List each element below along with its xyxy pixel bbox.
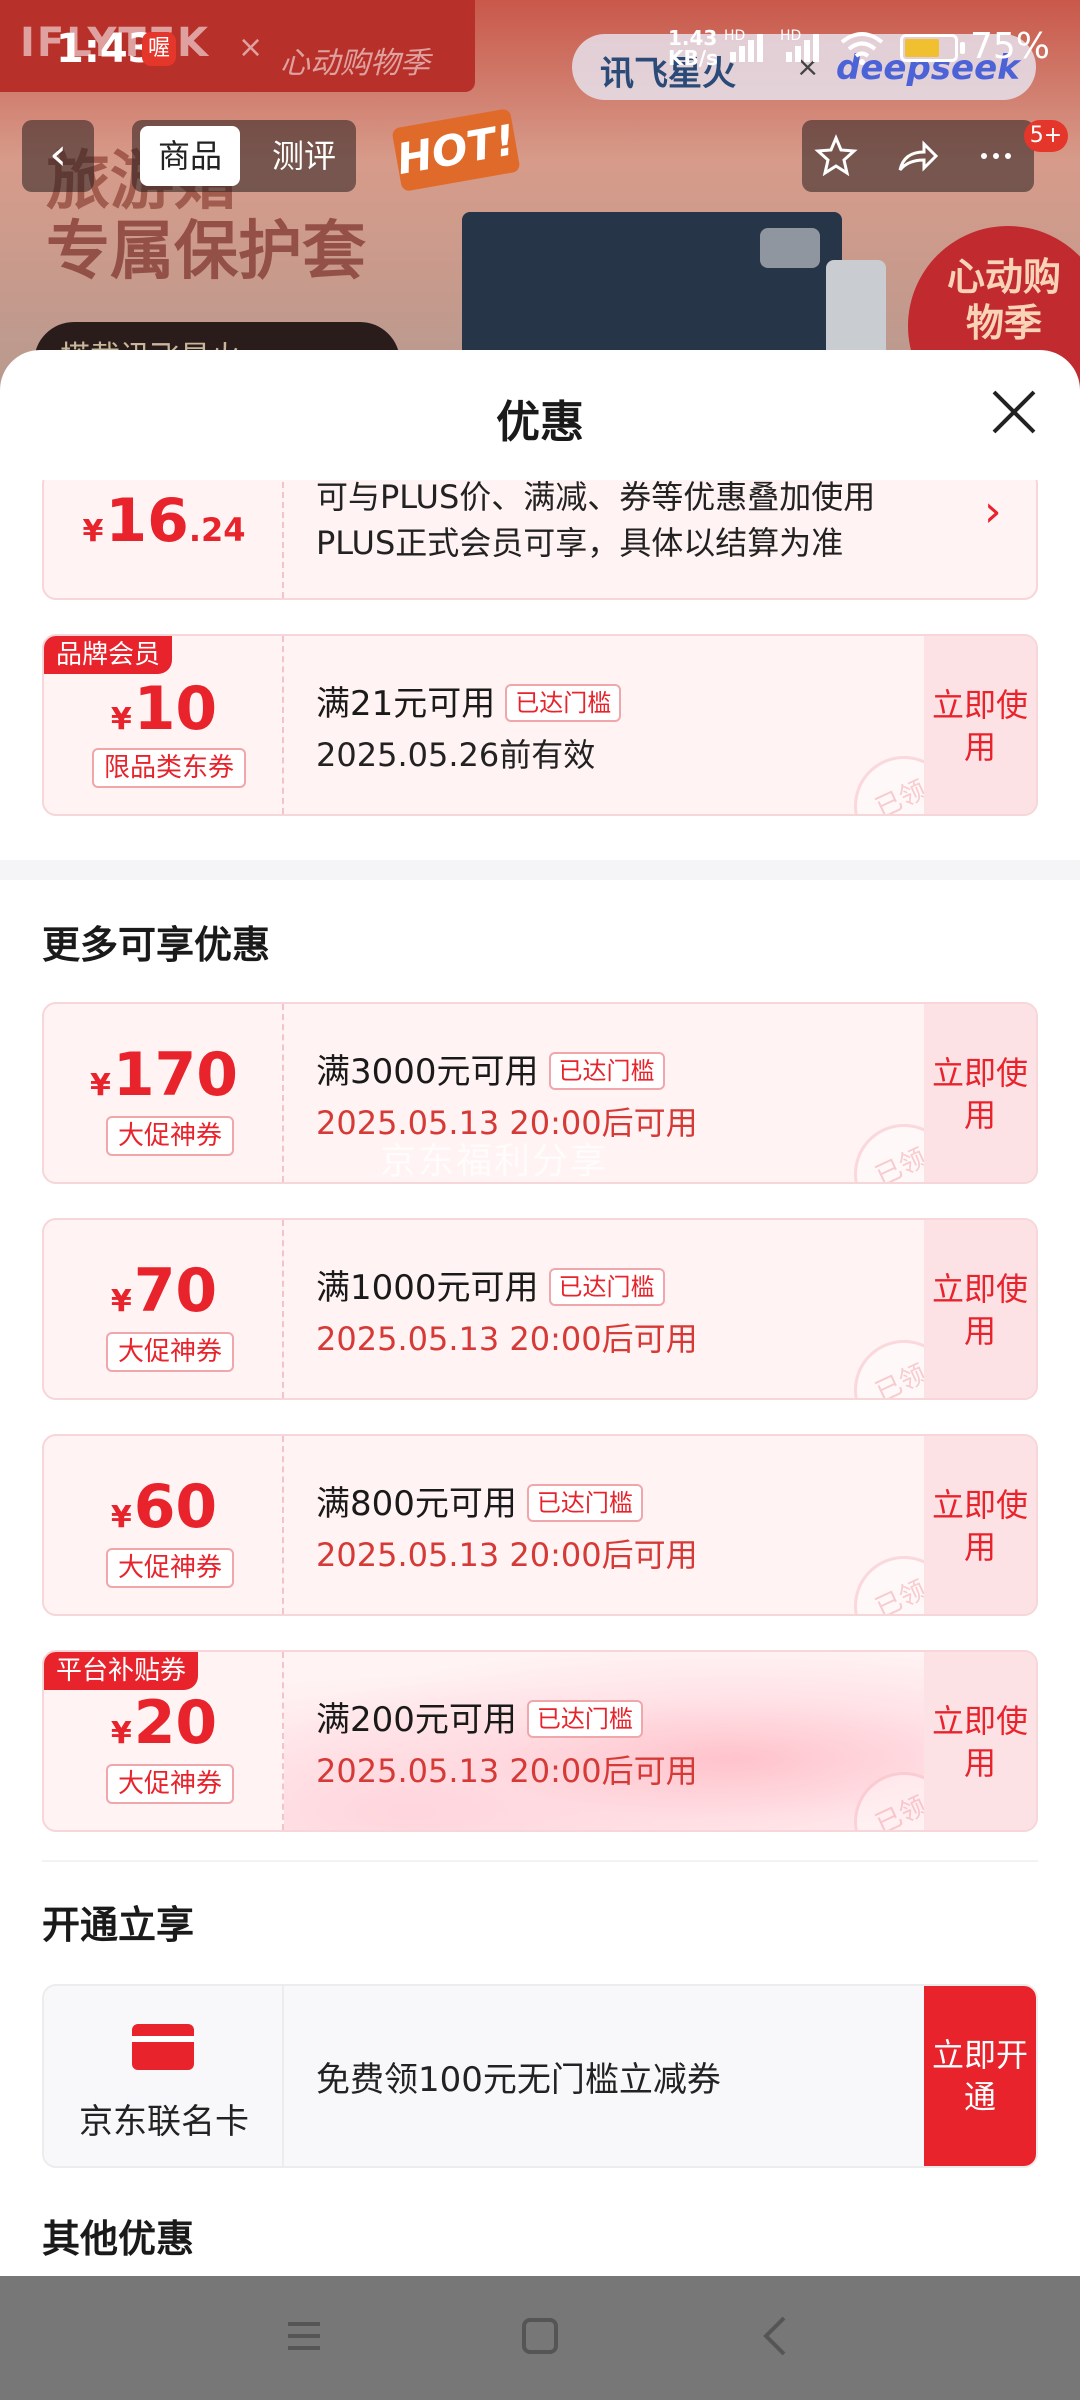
- battery-tip: [960, 42, 965, 54]
- more-offers-title: 更多可享优惠: [42, 923, 271, 967]
- system-nav-bar: [0, 2276, 1080, 2400]
- coupon-condition: 满800元可用 已达门槛: [316, 1476, 643, 1525]
- open-now-button[interactable]: 立即开通: [924, 1986, 1036, 2166]
- condition-text: 满800元可用: [316, 1484, 517, 1524]
- coupon-left: ¥70 大促神券: [44, 1220, 284, 1398]
- coupon-decoration: [284, 1652, 928, 1830]
- reached-badge: 已达门槛: [548, 1052, 665, 1090]
- product-camera: [760, 228, 820, 268]
- coupon-card[interactable]: ¥60 大促神券 满800元可用 已达门槛 2025.05.13 20:00后可用…: [42, 1434, 1038, 1616]
- coupon-amount: ¥20: [110, 1688, 218, 1758]
- more-icon[interactable]: [970, 130, 1022, 182]
- card-name: 京东联名卡: [79, 2102, 249, 2142]
- co-brand-card-offer[interactable]: 京东联名卡 免费领100元无门槛立减券 立即开通: [42, 1984, 1038, 2168]
- plus-desc-2: PLUS正式会员可享，具体以结算为准: [316, 524, 844, 562]
- reached-badge: 已达门槛: [526, 1484, 643, 1522]
- reached-badge: 已达门槛: [526, 1700, 643, 1738]
- card-icon: [132, 2024, 194, 2070]
- coupon-tag: 品牌会员: [44, 636, 173, 674]
- coupon-validity: 2025.05.13 20:00后可用: [316, 1536, 698, 1574]
- use-now-button[interactable]: 立即使用: [924, 1436, 1036, 1614]
- net-speed-unit: KB/s: [668, 46, 718, 70]
- coupon-type: 大促神券: [106, 1116, 235, 1156]
- reached-badge: 已达门槛: [548, 1268, 665, 1306]
- coupon-type: 限品类东券: [92, 748, 247, 788]
- network-speed: 1.43 KB/s: [668, 28, 718, 68]
- coupon-condition: 满200元可用 已达门槛: [316, 1692, 643, 1741]
- back-button[interactable]: ‹: [22, 120, 94, 192]
- coupon-amount: ¥10: [110, 674, 218, 744]
- clock: 1:43: [56, 26, 156, 72]
- product-navbar: ‹ 商品 测评 5+: [0, 120, 1080, 196]
- condition-text: 满1000元可用: [316, 1268, 539, 1308]
- net-speed-value: 1.43: [668, 26, 718, 50]
- coupon-amount: ¥16.24: [82, 486, 246, 556]
- plus-desc-1: 可与PLUS价、满减、券等优惠叠加使用: [316, 480, 876, 516]
- star-icon[interactable]: [810, 130, 862, 182]
- use-now-button[interactable]: 立即使用: [924, 1652, 1036, 1830]
- message-badge: 5+: [1024, 120, 1068, 152]
- watermark: 京东福利分享: [380, 1141, 609, 1182]
- tab-product[interactable]: 商品: [140, 126, 240, 186]
- discount-sheet: 优惠 ¥16.24 可与PLUS价、满减、券等优惠叠加使用 PLUS正式会员可享…: [0, 350, 1080, 2276]
- divider: [42, 1860, 1038, 1862]
- card-offer-text: 免费领100元无门槛立减券: [316, 2060, 721, 2100]
- signal-icon-2: [786, 34, 819, 62]
- battery-percent: 75%: [970, 26, 1051, 67]
- banner-title-2: 专属保护套: [46, 215, 366, 289]
- coupon-condition: 满21元可用 已达门槛: [316, 676, 622, 725]
- open-benefit-title: 开通立享: [42, 1903, 195, 1947]
- sheet-scroll-area[interactable]: ¥16.24 可与PLUS价、满减、券等优惠叠加使用 PLUS正式会员可享，具体…: [0, 480, 1080, 2276]
- coupon-left: ¥60 大促神券: [44, 1436, 284, 1614]
- use-now-button[interactable]: 立即使用: [924, 636, 1036, 814]
- coupon-left: ¥16.24: [44, 480, 284, 598]
- menu-icon[interactable]: [274, 2306, 334, 2366]
- notification-icon: 喔: [142, 32, 176, 66]
- reached-badge: 已达门槛: [505, 684, 622, 722]
- close-icon[interactable]: [986, 384, 1042, 440]
- condition-text: 满200元可用: [316, 1700, 517, 1740]
- coupon-type: 大促神券: [106, 1332, 235, 1372]
- coupon-amount: ¥70: [110, 1256, 218, 1326]
- coupon-type: 大促神券: [106, 1764, 235, 1804]
- tab-review[interactable]: 测评: [254, 126, 354, 186]
- coupon-left: ¥170 大促神券: [44, 1004, 284, 1182]
- coupon-tag: 平台补贴券: [44, 1652, 199, 1690]
- coupon-condition: 满3000元可用 已达门槛: [316, 1044, 665, 1093]
- promo-badge-text: 心动购物季: [946, 255, 1061, 345]
- condition-text: 满21元可用: [316, 684, 496, 724]
- coupon-type: 大促神券: [106, 1548, 235, 1588]
- use-now-button[interactable]: 立即使用: [924, 1004, 1036, 1182]
- brand-coupon[interactable]: ¥10 限品类东券 品牌会员 满21元可用 已达门槛 2025.05.26前有效 …: [42, 634, 1038, 816]
- coupon-validity: 2025.05.13 20:00后可用: [316, 1320, 698, 1358]
- coupon-card[interactable]: ¥70 大促神券 满1000元可用 已达门槛 2025.05.13 20:00后可…: [42, 1218, 1038, 1400]
- chevron-right-icon[interactable]: ›: [984, 486, 1002, 537]
- coupon-card[interactable]: ¥20 大促神券 平台补贴券 满200元可用 已达门槛 2025.05.13 20…: [42, 1650, 1038, 1832]
- section-divider: [0, 860, 1080, 880]
- other-offers-title: 其他优惠: [42, 2217, 195, 2261]
- use-now-button[interactable]: 立即使用: [924, 1220, 1036, 1398]
- status-bar: 1:43 喔 1.43 KB/s HD HD 75%: [0, 0, 1080, 100]
- sheet-title: 优惠: [496, 397, 584, 448]
- wifi-icon: [840, 32, 884, 65]
- home-icon[interactable]: [510, 2306, 570, 2366]
- coupon-validity: 2025.05.26前有效: [316, 736, 596, 774]
- share-icon[interactable]: [890, 130, 942, 182]
- coupon-amount: ¥60: [110, 1472, 218, 1542]
- plus-coupon[interactable]: ¥16.24 可与PLUS价、满减、券等优惠叠加使用 PLUS正式会员可享，具体…: [42, 480, 1038, 600]
- coupon-validity: 2025.05.13 20:00后可用: [316, 1752, 698, 1790]
- back-nav-icon[interactable]: [746, 2306, 806, 2366]
- condition-text: 满3000元可用: [316, 1052, 539, 1092]
- card-left: 京东联名卡: [44, 1986, 284, 2166]
- battery-icon: [900, 34, 958, 62]
- coupon-condition: 满1000元可用 已达门槛: [316, 1260, 665, 1309]
- signal-icon: [730, 34, 763, 62]
- coupon-amount: ¥170: [89, 1040, 239, 1110]
